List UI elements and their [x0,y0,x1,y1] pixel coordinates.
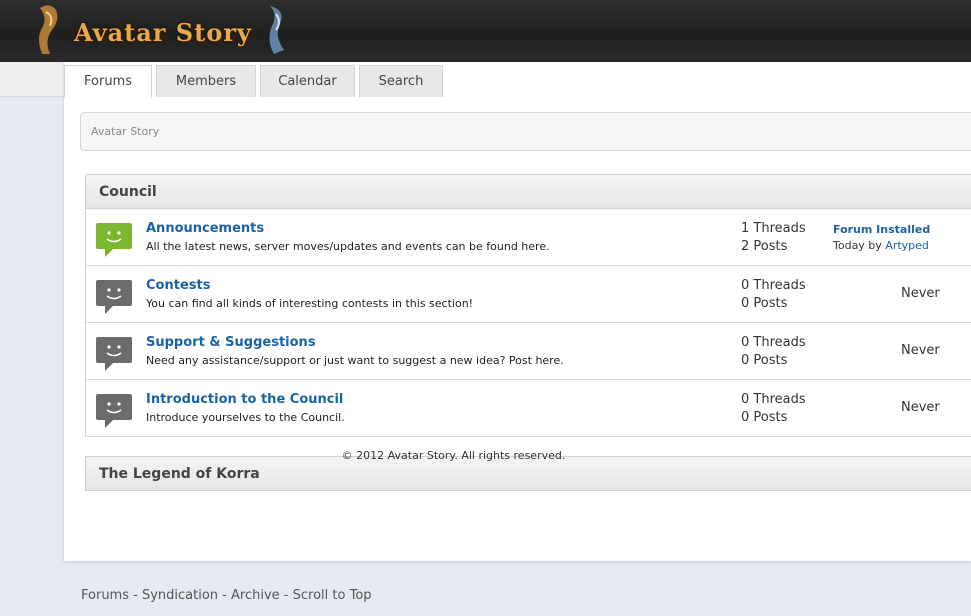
last-post-user-link[interactable]: Artyped [885,239,929,252]
footer-link-forums[interactable]: Forums [81,588,129,603]
site-header: Avatar Story [0,0,971,62]
footer-link-syndication[interactable]: Syndication [142,588,218,603]
tab-calendar[interactable]: Calendar [260,65,355,97]
post-count: 0 Posts [741,353,788,368]
forum-description: You can find all kinds of interesting co… [146,297,474,310]
post-count: 0 Posts [741,296,788,311]
forum-stats: 1 Threads 2 Posts [741,220,806,256]
forum-row: Introduction to the Council Introduce yo… [86,380,971,437]
category-header-council[interactable]: Council [85,174,971,209]
post-count: 0 Posts [741,410,788,425]
forum-description: Need any assistance/support or just want… [146,354,564,367]
footer-links: Forums - Syndication - Archive - Scroll … [81,588,372,603]
thread-count: 0 Threads [741,278,806,293]
forum-no-new-posts-icon [96,394,132,428]
forum-new-posts-icon [96,223,132,257]
forum-title-link[interactable]: Contests [146,278,210,293]
forum-no-new-posts-icon [96,337,132,371]
last-post-title-link[interactable]: Forum Installed [833,222,930,238]
forum-no-new-posts-icon [96,280,132,314]
link-separator: - [279,588,293,603]
breadcrumb[interactable]: Avatar Story [80,112,971,151]
forum-list: Announcements All the latest news, serve… [85,209,971,437]
forum-stats: 0 Threads 0 Posts [741,277,806,313]
copyright-text: © 2012 Avatar Story. All rights reserved… [341,449,566,462]
last-post: Forum Installed Today by Artyped [833,222,930,254]
forum-row: Announcements All the latest news, serve… [86,209,971,266]
thread-count: 0 Threads [741,335,806,350]
last-post-prefix: Today by [833,239,886,252]
thread-count: 0 Threads [741,392,806,407]
forum-row: Contests You can find all kinds of inter… [86,266,971,323]
forum-title-link[interactable]: Support & Suggestions [146,335,316,350]
forum-title-link[interactable]: Announcements [146,221,264,236]
forum-description: All the latest news, server moves/update… [146,240,550,253]
tab-members[interactable]: Members [156,65,256,97]
forum-title-link[interactable]: Introduction to the Council [146,392,343,407]
post-count: 2 Posts [741,239,788,254]
logo-text: Avatar Story [74,18,252,47]
forum-stats: 0 Threads 0 Posts [741,391,806,427]
forum-stats: 0 Threads 0 Posts [741,334,806,370]
footer-link-scroll-top[interactable]: Scroll to Top [293,588,372,603]
tab-forums[interactable]: Forums [64,65,152,98]
link-separator: - [129,588,142,603]
main-container: Forums Members Calendar Search Avatar St… [64,62,971,561]
tab-search[interactable]: Search [359,65,443,97]
nav-tabs: Forums Members Calendar Search [64,65,447,100]
last-post-never: Never [901,400,940,415]
site-logo[interactable]: Avatar Story [30,0,300,62]
forum-row: Support & Suggestions Need any assistanc… [86,323,971,380]
link-separator: - [218,588,232,603]
last-post-never: Never [901,286,940,301]
thread-count: 1 Threads [741,221,806,236]
forum-description: Introduce yourselves to the Council. [146,411,345,424]
last-post-never: Never [901,343,940,358]
footer-link-archive[interactable]: Archive [231,588,280,603]
